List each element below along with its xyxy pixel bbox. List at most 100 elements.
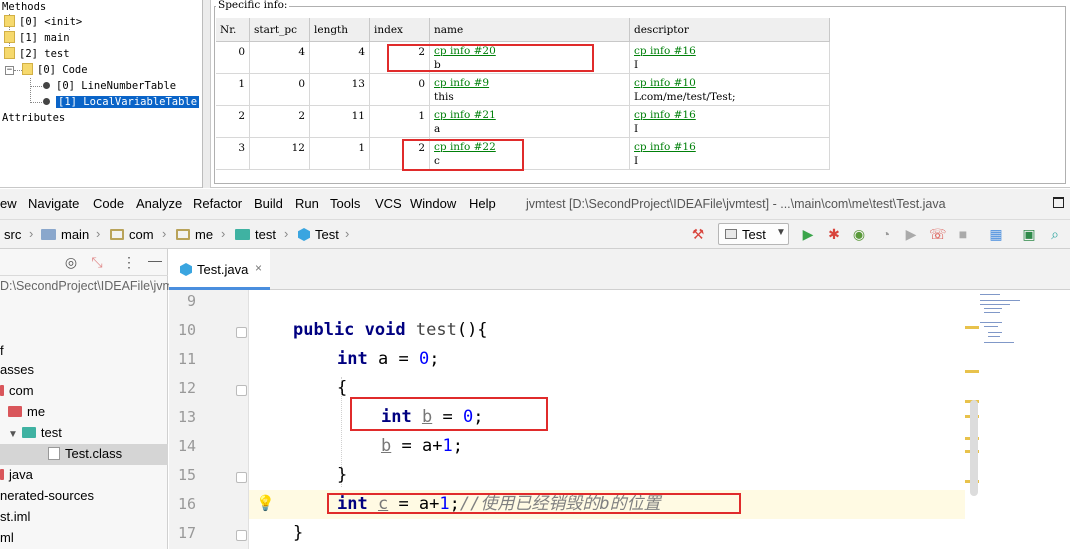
menu-view[interactable]: ew xyxy=(0,196,17,211)
breadcrumb-main[interactable]: main xyxy=(41,227,89,242)
cp-info-link[interactable]: cp info #16 xyxy=(634,108,825,122)
breadcrumb-src[interactable]: src xyxy=(4,227,21,242)
coverage-icon[interactable]: ◉ xyxy=(851,226,867,242)
breadcrumb-me[interactable]: me xyxy=(176,227,213,242)
stop-icon[interactable]: ■ xyxy=(955,226,971,242)
minimap-line xyxy=(980,304,1010,305)
tree-item-generated-sources[interactable]: nerated-sources xyxy=(0,488,94,503)
collapse-icon[interactable]: − xyxy=(5,66,14,75)
tree-item-classes[interactable]: asses xyxy=(0,362,34,377)
run-dropdown-icon[interactable]: ▶ xyxy=(903,226,919,242)
run-icon[interactable]: ▶ xyxy=(800,226,816,242)
close-icon[interactable]: × xyxy=(255,261,262,275)
line-number: 10 xyxy=(177,321,196,339)
chevron-down-icon: ▼ xyxy=(776,227,786,238)
tree-item-com[interactable]: com xyxy=(0,383,34,398)
warning-marker[interactable] xyxy=(965,370,979,373)
profile-icon[interactable]: ◔ xyxy=(878,226,894,242)
tree-item[interactable]: f xyxy=(0,343,4,358)
tree-item-test[interactable]: ▼ test xyxy=(8,425,62,440)
fold-marker-icon[interactable] xyxy=(236,472,247,483)
tree-item-xml[interactable]: ml xyxy=(0,530,14,545)
attach-debugger-icon[interactable]: ☏ xyxy=(929,226,947,242)
menu-help[interactable]: Help xyxy=(469,196,496,211)
run-configuration-selector[interactable]: Test ▼ xyxy=(718,223,789,245)
tree-item-iml[interactable]: st.iml xyxy=(0,509,30,524)
collapse-all-icon[interactable]: ⤡ xyxy=(89,254,105,270)
chevron-right-icon: › xyxy=(96,226,101,241)
column-header-nr[interactable]: Nr. xyxy=(216,18,250,42)
folder-icon xyxy=(22,63,33,75)
menu-code[interactable]: Code xyxy=(93,196,124,211)
tree-item-java[interactable]: java xyxy=(0,467,33,482)
descriptor-value: Lcom/me/test/Test; xyxy=(634,91,736,103)
tree-node-test[interactable]: [2] test xyxy=(4,46,70,62)
project-structure-icon[interactable]: ▦ xyxy=(988,226,1004,242)
locate-icon[interactable]: ◎ xyxy=(63,254,79,270)
menu-vcs[interactable]: VCS xyxy=(375,196,402,211)
lightbulb-icon[interactable]: 💡 xyxy=(256,494,275,512)
cp-info-link[interactable]: cp info #21 xyxy=(434,108,625,122)
fold-marker-icon[interactable] xyxy=(236,385,247,396)
line-number: 9 xyxy=(186,292,196,310)
fold-marker-icon[interactable] xyxy=(236,327,247,338)
minimap-line xyxy=(984,308,1002,309)
bullet-icon xyxy=(43,82,50,89)
line-number: 17 xyxy=(177,524,196,542)
column-header-descriptor[interactable]: descriptor xyxy=(630,18,830,42)
column-header-index[interactable]: index xyxy=(370,18,430,42)
menu-navigate[interactable]: Navigate xyxy=(28,196,79,211)
search-icon[interactable]: ⌕ xyxy=(1047,226,1063,242)
tree-node-attributes[interactable]: Attributes xyxy=(2,110,65,126)
tree-item-me[interactable]: me xyxy=(8,404,45,419)
breadcrumb-test-package[interactable]: test xyxy=(235,227,276,242)
tree-guide xyxy=(30,86,42,87)
tree-node-methods[interactable]: Methods xyxy=(2,0,46,15)
scrollbar-thumb[interactable] xyxy=(970,400,978,496)
tree-item-test-class[interactable]: Test.class xyxy=(48,446,122,461)
cp-info-link[interactable]: cp info #10 xyxy=(634,76,825,90)
breadcrumb-test-class[interactable]: Test xyxy=(298,227,339,242)
line-number: 12 xyxy=(177,379,196,397)
line-number: 13 xyxy=(177,408,196,426)
descriptor-value: I xyxy=(634,59,639,71)
menu-run[interactable]: Run xyxy=(295,196,319,211)
column-header-length[interactable]: length xyxy=(310,18,370,42)
tab-test-java[interactable]: Test.java × xyxy=(169,249,270,290)
options-icon[interactable]: ⋮ xyxy=(121,254,137,270)
table-cell-descriptor: cp info #16 I xyxy=(630,42,830,74)
hammer-icon[interactable]: ⚒ xyxy=(690,226,706,242)
maximize-icon[interactable] xyxy=(1053,197,1064,208)
table-cell-start-pc: 4 xyxy=(250,42,310,74)
table-cell-length: 13 xyxy=(310,74,370,106)
column-header-start-pc[interactable]: start_pc xyxy=(250,18,310,42)
cp-info-link[interactable]: cp info #16 xyxy=(634,140,825,154)
debug-icon[interactable]: ✱ xyxy=(826,226,842,242)
menu-build[interactable]: Build xyxy=(254,196,283,211)
menu-tools[interactable]: Tools xyxy=(330,196,360,211)
folder-icon xyxy=(41,229,56,240)
column-header-name[interactable]: name xyxy=(430,18,630,42)
warning-marker[interactable] xyxy=(965,326,979,329)
editor-minimap[interactable] xyxy=(965,290,1070,549)
tree-node-init[interactable]: [0] <init> xyxy=(4,14,82,30)
cp-info-link[interactable]: cp info #9 xyxy=(434,76,625,90)
menu-refactor[interactable]: Refactor xyxy=(193,196,242,211)
menu-window[interactable]: Window xyxy=(410,196,456,211)
table-cell-nr: 3 xyxy=(216,138,250,170)
tree-node-line-number-table[interactable]: [0] LineNumberTable xyxy=(43,78,176,94)
tree-node-code[interactable]: [0] Code xyxy=(22,62,88,78)
panel-splitter[interactable] xyxy=(203,0,211,188)
tree-node-local-variable-table[interactable]: [1] LocalVariableTable xyxy=(43,94,200,110)
breadcrumb-com[interactable]: com xyxy=(110,227,154,242)
cp-info-link[interactable]: cp info #16 xyxy=(634,44,825,58)
code-editor[interactable]: public void test(){ int a = 0; { int b =… xyxy=(249,290,979,549)
tree-node-main[interactable]: [1] main xyxy=(4,30,70,46)
fold-marker-icon[interactable] xyxy=(236,530,247,541)
menu-analyze[interactable]: Analyze xyxy=(136,196,182,211)
chevron-right-icon: › xyxy=(162,226,167,241)
folder-icon xyxy=(4,47,15,59)
hide-icon[interactable]: — xyxy=(147,252,163,268)
code-line-17: } xyxy=(293,523,304,543)
terminal-icon[interactable]: ▣ xyxy=(1021,226,1037,242)
